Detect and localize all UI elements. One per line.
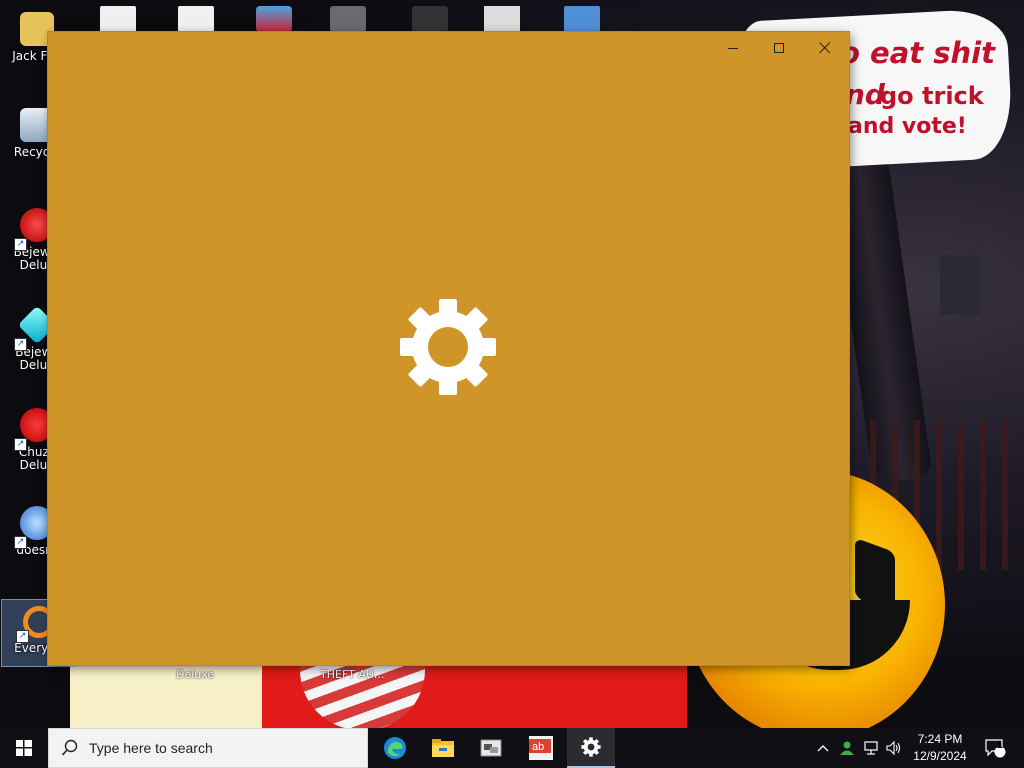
control-panel-icon[interactable] <box>564 6 600 32</box>
wallpaper-castle <box>940 255 980 315</box>
taskbar-app-settings[interactable] <box>567 728 615 768</box>
wallpaper-text-2b: go trick <box>880 82 984 110</box>
close-button[interactable] <box>802 32 848 64</box>
minimize-button[interactable] <box>710 32 756 64</box>
shortcut-arrow-icon: ↗ <box>16 630 29 643</box>
document-icon[interactable] <box>178 6 214 32</box>
taskbar-search-box[interactable]: Type here to search <box>48 728 368 768</box>
windows-stack-icon[interactable] <box>330 6 366 32</box>
clock-time: 7:24 PM <box>917 732 963 746</box>
show-hidden-icons-button[interactable] <box>812 728 834 768</box>
shortcut-arrow-icon: ↗ <box>14 536 27 549</box>
wallpaper-text-2a: nd <box>845 78 885 111</box>
taskbar-app-file-explorer[interactable] <box>419 728 467 768</box>
wallpaper-text-1: o eat shit <box>840 36 995 70</box>
tray-user-icon-button[interactable] <box>836 728 858 768</box>
shortcut-arrow-icon: ↗ <box>14 438 27 451</box>
svg-text:ab: ab <box>532 741 544 753</box>
clock-date: 12/9/2024 <box>913 749 967 763</box>
taskbar-clock[interactable]: 7:24 PM 12/9/2024 <box>906 728 974 768</box>
taskbar-app-window[interactable] <box>467 728 515 768</box>
taskbar: Type here to search ab 7:24 PM 12/9/2024… <box>0 728 1024 768</box>
notification-count: 1 <box>996 740 1003 751</box>
start-button[interactable] <box>0 728 48 768</box>
wallpaper-paper <box>70 665 265 728</box>
maximize-button[interactable] <box>756 32 802 64</box>
taskbar-app-text-editor[interactable]: ab <box>517 728 565 768</box>
shortcut-arrow-icon: ↗ <box>14 238 27 251</box>
close-icon <box>819 42 831 54</box>
document-icon[interactable] <box>100 6 136 32</box>
desktop-label-theft: THEFT AU... <box>320 668 385 681</box>
network-button[interactable] <box>860 728 882 768</box>
search-placeholder: Type here to search <box>89 740 213 756</box>
desktop-label-deluxe: Deluxe <box>176 668 215 681</box>
minimize-icon <box>727 47 738 49</box>
settings-window[interactable] <box>48 32 849 665</box>
windows-logo-icon <box>16 740 32 756</box>
maximize-icon <box>773 42 784 53</box>
pixel-character-icon[interactable] <box>484 6 520 32</box>
wallpaper-text-3: and vote! <box>848 114 967 139</box>
speaker-icon <box>886 740 901 756</box>
network-icon <box>864 741 878 755</box>
gear-icon <box>581 737 601 757</box>
shortcut-arrow-icon: ↗ <box>14 338 27 351</box>
text-editor-icon: ab <box>529 736 553 760</box>
folder-icon <box>432 739 454 757</box>
chevron-up-icon <box>817 745 829 752</box>
taskbar-app-edge[interactable] <box>371 728 419 768</box>
volume-button[interactable] <box>882 728 904 768</box>
people-icon <box>840 741 854 755</box>
edge-icon <box>384 737 406 759</box>
character-icon[interactable] <box>412 6 448 32</box>
search-icon <box>61 739 78 756</box>
action-center-button[interactable]: 1 <box>978 728 1012 768</box>
game-icon[interactable] <box>256 6 292 32</box>
gear-icon <box>400 299 496 395</box>
window-app-icon <box>480 739 502 757</box>
